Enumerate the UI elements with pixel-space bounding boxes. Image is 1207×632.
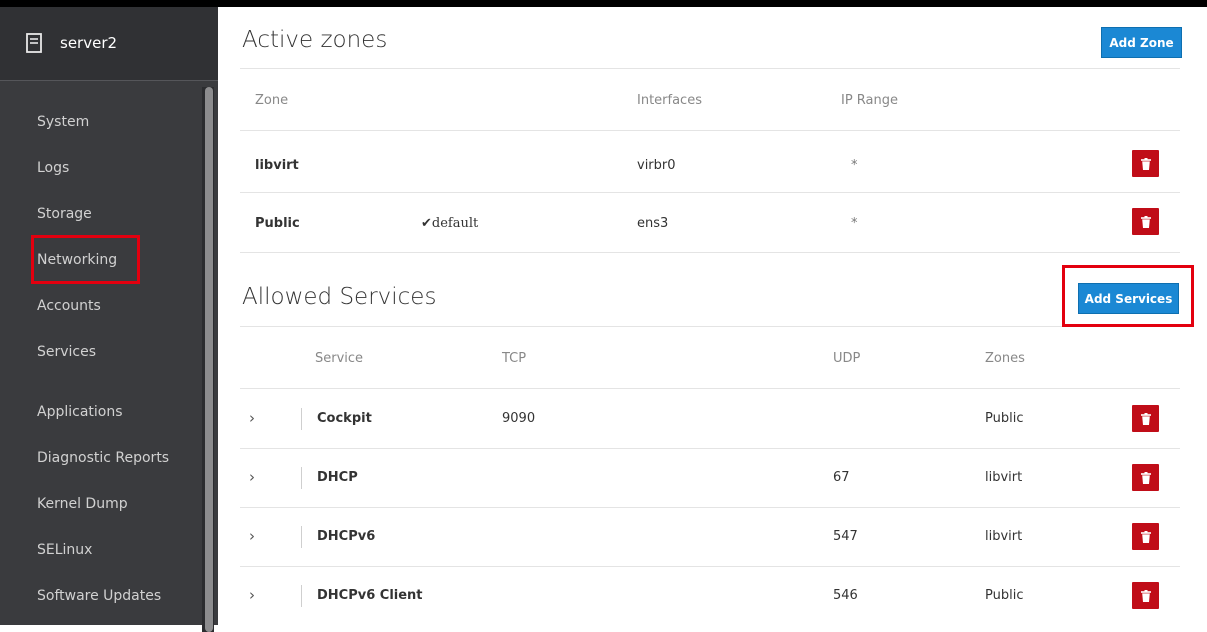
service-name: DHCPv6 — [317, 529, 376, 544]
trash-icon — [1140, 589, 1151, 602]
row-separator — [301, 467, 302, 489]
nav-label: Diagnostic Reports — [37, 450, 170, 466]
service-udp: 547 — [833, 529, 858, 544]
server-icon — [26, 33, 42, 53]
nav-label: Storage — [37, 206, 92, 222]
chevron-right-icon[interactable]: › — [249, 586, 255, 604]
trash-icon — [1140, 412, 1151, 425]
sidebar-scrollbar-thumb[interactable] — [205, 87, 213, 632]
zone-ip-range: * — [851, 216, 858, 231]
row-separator — [301, 408, 302, 430]
divider — [240, 448, 1180, 449]
default-zone-badge: ✔default — [421, 216, 479, 231]
service-tcp: 9090 — [502, 411, 536, 426]
chevron-right-icon[interactable]: › — [249, 527, 255, 545]
trash-icon — [1140, 471, 1151, 484]
zone-interfaces: ens3 — [637, 216, 669, 231]
divider — [240, 68, 1180, 69]
nav-label: Services — [37, 344, 97, 360]
nav-label: System — [37, 114, 90, 130]
zone-ip-range: * — [851, 158, 858, 173]
col-ip-range: IP Range — [841, 93, 899, 108]
row-separator — [301, 585, 302, 607]
zone-name: Public — [255, 216, 300, 231]
service-name: DHCPv6 Client — [317, 588, 423, 603]
nav-item-selinux[interactable]: SELinux — [0, 536, 200, 566]
delete-service-button[interactable] — [1132, 523, 1159, 550]
divider — [240, 130, 1180, 131]
divider — [240, 507, 1180, 508]
nav-item-accounts[interactable]: Accounts — [0, 292, 200, 322]
nav-item-kernel-dump[interactable]: Kernel Dump — [0, 490, 200, 520]
service-zones: libvirt — [985, 529, 1023, 544]
nav-label: Accounts — [37, 298, 101, 314]
nav-item-services[interactable]: Services — [0, 338, 200, 368]
nav-label: Logs — [37, 160, 70, 176]
add-zone-button[interactable]: Add Zone — [1101, 27, 1182, 58]
divider — [240, 566, 1180, 567]
trash-icon — [1140, 530, 1151, 543]
delete-service-button[interactable] — [1132, 405, 1159, 432]
divider — [240, 326, 1180, 327]
divider — [240, 388, 1180, 389]
service-zones: Public — [985, 588, 1024, 603]
service-zones: libvirt — [985, 470, 1023, 485]
host-name: server2 — [60, 34, 118, 52]
nav-item-diagnostic-reports[interactable]: Diagnostic Reports — [0, 444, 200, 474]
nav-item-system[interactable]: System — [0, 108, 200, 138]
service-name: Cockpit — [317, 411, 372, 426]
active-zones-title: Active zones — [242, 27, 388, 53]
nav-item-logs[interactable]: Logs — [0, 154, 200, 184]
allowed-services-title: Allowed Services — [242, 284, 437, 310]
main-content: Active zones Add Zone Zone Interfaces IP… — [218, 7, 1207, 625]
delete-zone-button[interactable] — [1132, 150, 1159, 177]
row-separator — [301, 526, 302, 548]
service-name: DHCP — [317, 470, 358, 485]
col-interfaces: Interfaces — [637, 93, 702, 108]
col-zone: Zone — [255, 93, 289, 108]
nav-label: Applications — [37, 404, 123, 420]
service-udp: 67 — [833, 470, 850, 485]
trash-icon — [1140, 215, 1151, 228]
col-tcp: TCP — [502, 351, 527, 366]
nav-item-storage[interactable]: Storage — [0, 200, 200, 230]
col-service: Service — [315, 351, 364, 366]
col-udp: UDP — [833, 351, 861, 366]
chevron-right-icon[interactable]: › — [249, 409, 255, 427]
nav-label: SELinux — [37, 542, 93, 558]
add-services-highlight-box — [1062, 265, 1194, 327]
nav-label: Software Updates — [37, 588, 162, 604]
delete-service-button[interactable] — [1132, 582, 1159, 609]
delete-zone-button[interactable] — [1132, 208, 1159, 235]
delete-service-button[interactable] — [1132, 464, 1159, 491]
top-edge-bar — [0, 0, 1207, 7]
nav-label: Kernel Dump — [37, 496, 128, 512]
sidebar: server2 System Logs Storage Networking A… — [0, 7, 218, 632]
networking-highlight-box — [31, 235, 140, 284]
trash-icon — [1140, 157, 1151, 170]
col-zones: Zones — [985, 351, 1025, 366]
service-zones: Public — [985, 411, 1024, 426]
divider — [240, 192, 1180, 193]
host-switcher[interactable]: server2 — [0, 7, 218, 81]
chevron-right-icon[interactable]: › — [249, 468, 255, 486]
nav-item-software-updates[interactable]: Software Updates — [0, 582, 200, 612]
zone-interfaces: virbr0 — [637, 158, 676, 173]
service-udp: 546 — [833, 588, 858, 603]
nav-item-applications[interactable]: Applications — [0, 398, 200, 428]
zone-name: libvirt — [255, 158, 299, 173]
divider — [240, 252, 1180, 253]
